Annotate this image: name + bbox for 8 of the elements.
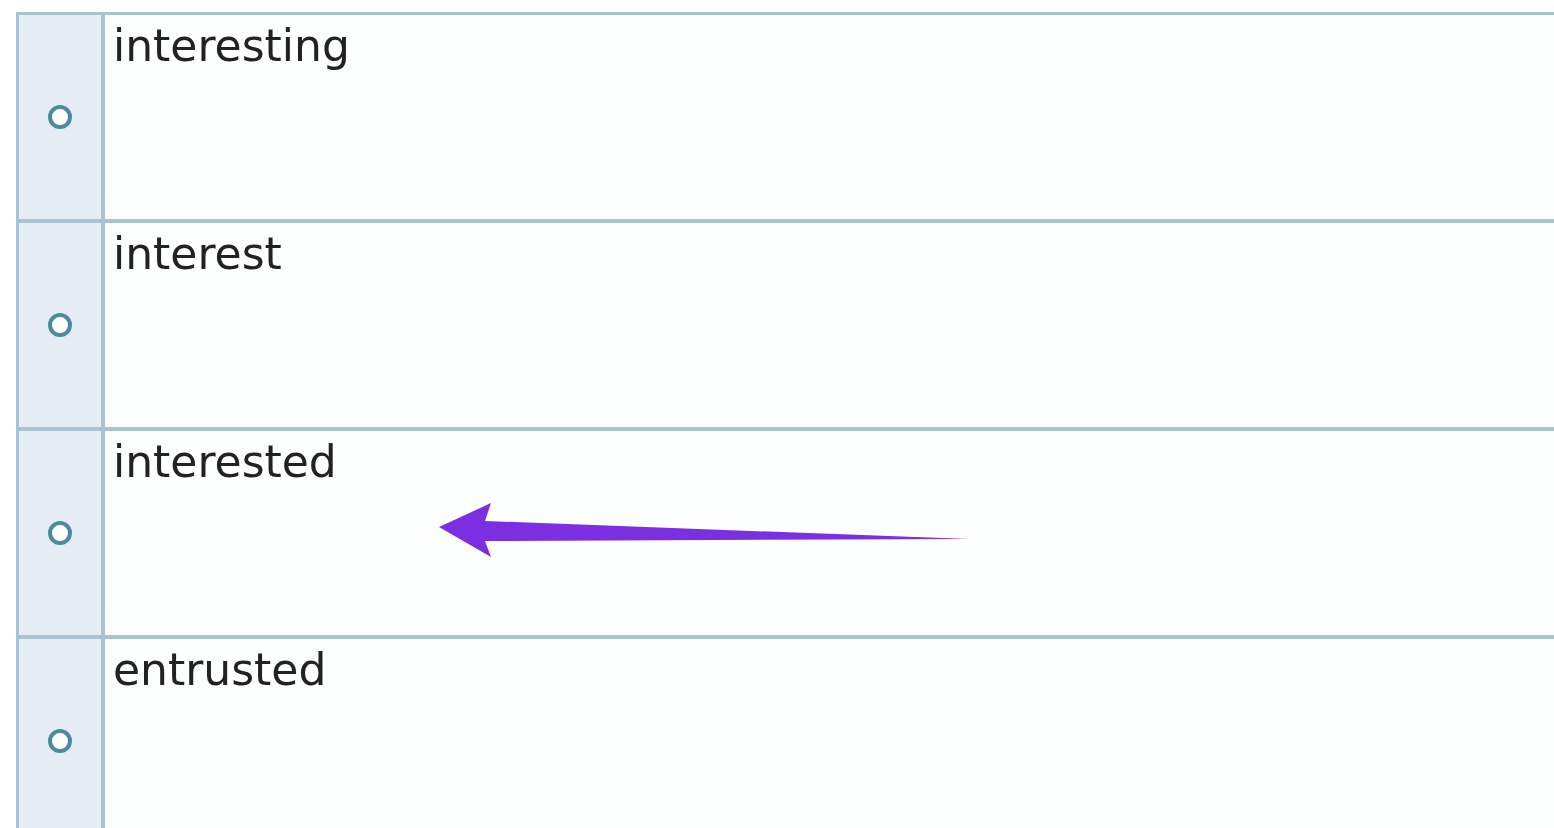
option-label: interest [113,228,282,279]
option-label: interested [113,436,337,487]
option-label: interesting [113,20,350,71]
radio-button[interactable] [48,521,72,545]
radio-button[interactable] [48,729,72,753]
radio-button[interactable] [48,105,72,129]
radio-button[interactable] [48,313,72,337]
option-label: entrusted [113,644,327,695]
